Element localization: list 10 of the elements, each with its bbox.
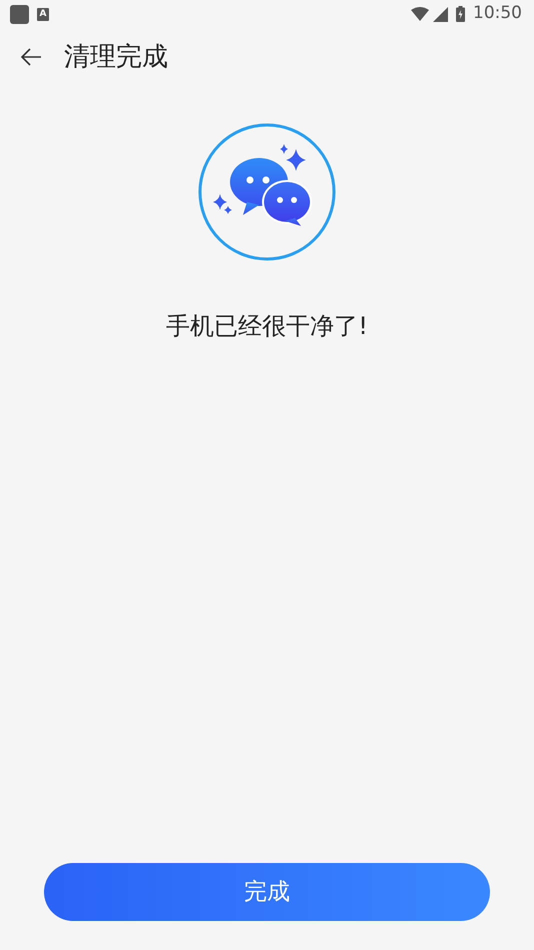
- clock-time: 10:50: [473, 2, 522, 26]
- done-button[interactable]: 完成: [44, 863, 490, 921]
- chat-bubbles-icon: [197, 122, 337, 262]
- page-title: 清理完成: [64, 40, 168, 74]
- signal-icon: [433, 6, 448, 22]
- wifi-icon: [411, 7, 429, 21]
- back-arrow-icon[interactable]: [20, 48, 42, 66]
- status-message: 手机已经很干净了!: [166, 311, 368, 342]
- notification-icon: A: [37, 8, 49, 20]
- battery-icon: [456, 6, 465, 22]
